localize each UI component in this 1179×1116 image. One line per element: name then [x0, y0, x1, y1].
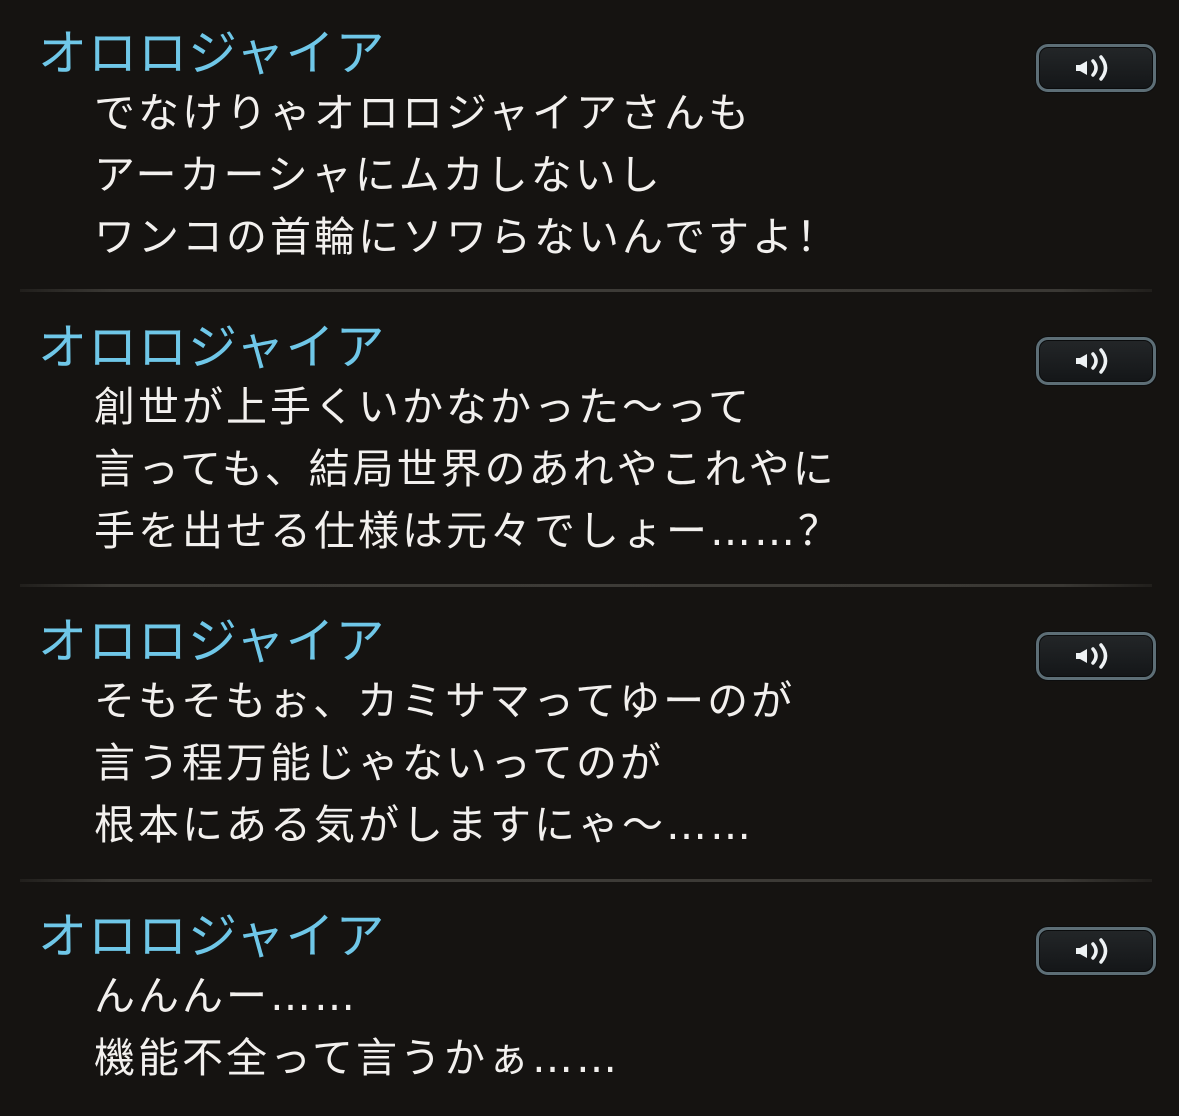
speaker-volume-icon: [1076, 348, 1108, 374]
dialogue-line: 言っても、結局世界のあれやこれやに: [94, 445, 837, 493]
play-voice-button[interactable]: [1036, 337, 1156, 385]
speaker-name: オロロジャイア: [38, 319, 386, 376]
dialogue-line: ワンコの首輪にソワらないんですよ！: [94, 213, 840, 261]
play-voice-button[interactable]: [1036, 44, 1156, 92]
dialogue-line: そもそもぉ、カミサマってゆーのが: [94, 677, 796, 725]
speaker-name: オロロジャイア: [38, 613, 386, 670]
speaker-volume-icon: [1076, 938, 1108, 964]
dialogue-log[interactable]: オロロジャイア でなけりゃオロロジャイアさんも アーカーシャにムカしないし ワン…: [0, 0, 1179, 1116]
dialogue-text: 創世が上手くいかなかった〜って 言っても、結局世界のあれやこれやに 手を出せる仕…: [94, 376, 842, 562]
speaker-name: オロロジャイア: [38, 25, 386, 82]
dialogue-line: 手を出せる仕様は元々でしょー……？: [94, 507, 842, 555]
dialogue-text: んんんー…… 機能不全って言うかぁ……: [94, 965, 620, 1089]
dialogue-line: 創世が上手くいかなかった〜って: [94, 383, 752, 431]
dialogue-line: んんんー……: [94, 972, 358, 1020]
speaker-volume-icon: [1076, 55, 1108, 81]
play-voice-button[interactable]: [1036, 927, 1156, 975]
dialogue-text: でなけりゃオロロジャイアさんも アーカーシャにムカしないし ワンコの首輪にソワら…: [94, 82, 840, 268]
dialogue-line: でなけりゃオロロジャイアさんも: [94, 89, 752, 137]
dialogue-text: そもそもぉ、カミサマってゆーのが 言う程万能じゃないってのが 根本にある気がしま…: [94, 670, 795, 856]
entry-divider: [20, 289, 1152, 292]
speaker-volume-icon: [1076, 643, 1108, 669]
speaker-name: オロロジャイア: [38, 908, 386, 965]
dialogue-line: 言う程万能じゃないってのが: [94, 739, 664, 787]
play-voice-button[interactable]: [1036, 632, 1156, 680]
entry-divider: [20, 584, 1152, 587]
dialogue-line: 機能不全って言うかぁ……: [94, 1034, 620, 1082]
dialogue-line: 根本にある気がしますにゃ〜……: [94, 801, 754, 849]
dialogue-line: アーカーシャにムカしないし: [94, 151, 663, 199]
entry-divider: [20, 879, 1152, 882]
